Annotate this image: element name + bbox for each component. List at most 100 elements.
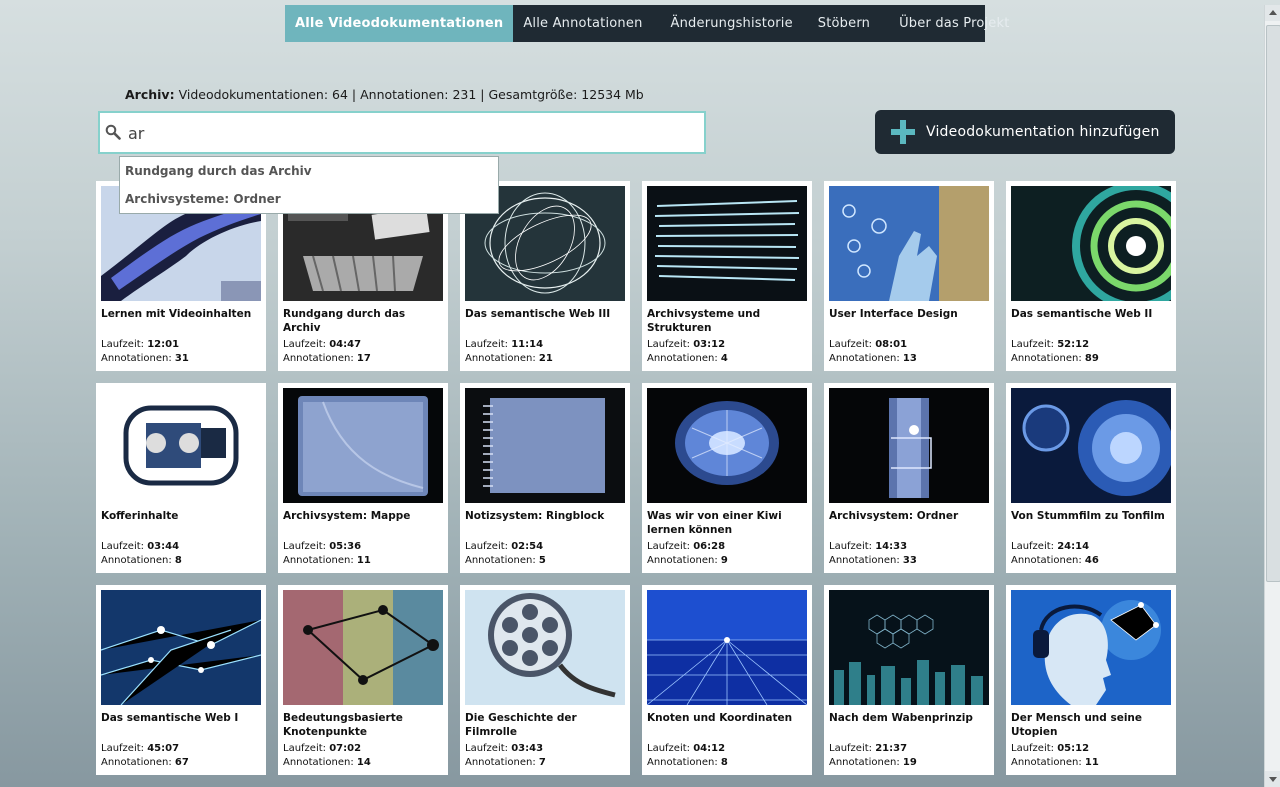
nav-browse[interactable]: Stöbern (807, 5, 885, 42)
video-card[interactable]: Notizsystem: Ringblock Laufzeit: 02:54 Ann… (460, 383, 630, 573)
video-thumbnail[interactable] (647, 186, 807, 301)
annotations-value: 5 (538, 555, 546, 566)
video-card[interactable]: Der Mensch und seine Utopien Laufzeit: 05… (1006, 585, 1176, 775)
annotations-value: 89 (1084, 353, 1099, 364)
video-title[interactable]: Von Stummfilm zu Tonfilm (1011, 509, 1173, 523)
xray-folder-image (283, 388, 443, 503)
video-card[interactable]: Kofferinhalte Laufzeit: 03:44 Annotationen… (96, 383, 266, 573)
video-thumbnail[interactable] (1011, 590, 1171, 705)
nav-all-video-docs[interactable]: Alle Videodokumentationen (285, 5, 514, 42)
add-video-documentation-button[interactable]: Videodokumentation hinzufügen (875, 110, 1175, 154)
video-title[interactable]: Kofferinhalte (101, 509, 263, 523)
video-thumbnail[interactable] (283, 590, 443, 705)
video-title[interactable]: Die Geschichte der Filmrolle (465, 711, 627, 739)
video-title[interactable]: Archivsystem: Ordner (829, 509, 991, 523)
nav-about-project[interactable]: Über das Projekt (885, 5, 1023, 42)
video-title[interactable]: Was wir von einer Kiwi lernen können (647, 509, 809, 537)
video-meta: Laufzeit: 03:12 Annotationen: 4 (647, 338, 728, 366)
video-card[interactable]: Von Stummfilm zu Tonfilm Laufzeit: 24:14 A… (1006, 383, 1176, 573)
annotations-label: Annotationen: (647, 353, 721, 364)
annotations-label: Annotationen: (283, 757, 357, 768)
video-thumbnail[interactable] (647, 590, 807, 705)
duration-label: Laufzeit: (829, 541, 876, 552)
duration-value: 11:14 (511, 339, 544, 350)
duration-label: Laufzeit: (101, 541, 148, 552)
video-card[interactable]: Knoten und Koordinaten Laufzeit: 04:12 Ann… (642, 585, 812, 775)
duration-label: Laufzeit: (647, 541, 694, 552)
video-meta: Laufzeit: 04:47 Annotationen: 17 (283, 338, 371, 366)
video-title[interactable]: Bedeutungsbasierte Knotenpunkte (283, 711, 445, 739)
video-card[interactable]: Nach dem Wabenprinzip Laufzeit: 21:37 Anno… (824, 585, 994, 775)
suggestion-item[interactable]: Archivsysteme: Ordner (120, 185, 498, 213)
duration-label: Laufzeit: (1011, 339, 1058, 350)
video-title[interactable]: Rundgang durch das Archiv (283, 307, 445, 335)
video-card[interactable]: Bedeutungsbasierte Knotenpunkte Laufzeit:… (278, 585, 448, 775)
duration-label: Laufzeit: (101, 339, 148, 350)
duration-value: 24:14 (1057, 541, 1090, 552)
xray-projector-image (101, 388, 261, 503)
annotations-value: 14 (356, 757, 371, 768)
duration-label: Laufzeit: (1011, 743, 1058, 754)
video-card[interactable]: Das semantische Web II Laufzeit: 52:12 Ann… (1006, 181, 1176, 371)
video-card[interactable]: User Interface Design Laufzeit: 08:01 Anno… (824, 181, 994, 371)
search-input[interactable] (126, 121, 690, 145)
touch-hand-image (829, 186, 989, 301)
video-card[interactable]: Archivsystem: Ordner Laufzeit: 14:33 Annot… (824, 383, 994, 573)
search-icon (105, 124, 121, 140)
video-title[interactable]: Das semantische Web III (465, 307, 627, 321)
video-card[interactable]: Das semantische Web I Laufzeit: 45:07 Anno… (96, 585, 266, 775)
video-title[interactable]: Archivsystem: Mappe (283, 509, 445, 523)
video-card[interactable]: Was wir von einer Kiwi lernen können Lauf… (642, 383, 812, 573)
speaker-image (1011, 388, 1171, 503)
nav-all-annotations[interactable]: Alle Annotationen (513, 5, 656, 42)
duration-value: 45:07 (147, 743, 180, 754)
video-card[interactable]: Die Geschichte der Filmrolle Laufzeit: 03… (460, 585, 630, 775)
scrollbar[interactable] (1264, 5, 1280, 787)
annotations-label: Annotationen: (829, 757, 903, 768)
archive-stats: Archiv: Videodokumentationen: 64 | Annot… (125, 87, 644, 102)
network-lines-image (101, 590, 261, 705)
video-title[interactable]: Nach dem Wabenprinzip (829, 711, 991, 725)
video-card[interactable]: Archivsystem: Mappe Laufzeit: 05:36 Annota… (278, 383, 448, 573)
video-title[interactable]: Notizsystem: Ringblock (465, 509, 627, 523)
nav-change-history[interactable]: Änderungshistorie (657, 5, 807, 42)
video-thumbnail[interactable] (1011, 186, 1171, 301)
annotations-label: Annotationen: (647, 555, 721, 566)
suggestion-item[interactable]: Rundgang durch das Archiv (120, 157, 498, 185)
duration-value: 12:01 (147, 339, 180, 350)
video-thumbnail[interactable] (101, 590, 261, 705)
annotations-label: Annotationen: (647, 757, 721, 768)
duration-value: 21:37 (875, 743, 908, 754)
annotations-label: Annotationen: (829, 353, 903, 364)
video-thumbnail[interactable] (829, 186, 989, 301)
duration-label: Laufzeit: (647, 339, 694, 350)
video-thumbnail[interactable] (465, 388, 625, 503)
annotations-label: Annotationen: (1011, 757, 1085, 768)
video-meta: Laufzeit: 24:14 Annotationen: 46 (1011, 540, 1099, 568)
annotations-value: 33 (902, 555, 917, 566)
video-title[interactable]: User Interface Design (829, 307, 991, 321)
video-thumbnail[interactable] (101, 388, 261, 503)
video-title[interactable]: Das semantische Web I (101, 711, 263, 725)
video-thumbnail[interactable] (465, 590, 625, 705)
video-thumbnail[interactable] (283, 388, 443, 503)
duration-value: 04:47 (329, 339, 362, 350)
video-meta: Laufzeit: 14:33 Annotationen: 33 (829, 540, 917, 568)
video-thumbnail[interactable] (829, 590, 989, 705)
video-thumbnail[interactable] (1011, 388, 1171, 503)
light-tunnel-image (1011, 186, 1171, 301)
video-card[interactable]: Archivsysteme und Strukturen Laufzeit: 03… (642, 181, 812, 371)
video-title[interactable]: Lernen mit Videoinhalten (101, 307, 263, 321)
video-title[interactable]: Archivsysteme und Strukturen (647, 307, 809, 335)
scroll-down-arrow-icon[interactable] (1265, 771, 1280, 787)
video-title[interactable]: Das semantische Web II (1011, 307, 1173, 321)
annotations-label: Annotationen: (101, 353, 175, 364)
annotations-value: 11 (356, 555, 371, 566)
annotations-label: Annotationen: (465, 555, 539, 566)
video-title[interactable]: Der Mensch und seine Utopien (1011, 711, 1173, 739)
video-thumbnail[interactable] (829, 388, 989, 503)
scroll-up-arrow-icon[interactable] (1265, 5, 1280, 21)
scrollbar-thumb[interactable] (1266, 25, 1280, 582)
video-title[interactable]: Knoten und Koordinaten (647, 711, 809, 725)
video-thumbnail[interactable] (647, 388, 807, 503)
